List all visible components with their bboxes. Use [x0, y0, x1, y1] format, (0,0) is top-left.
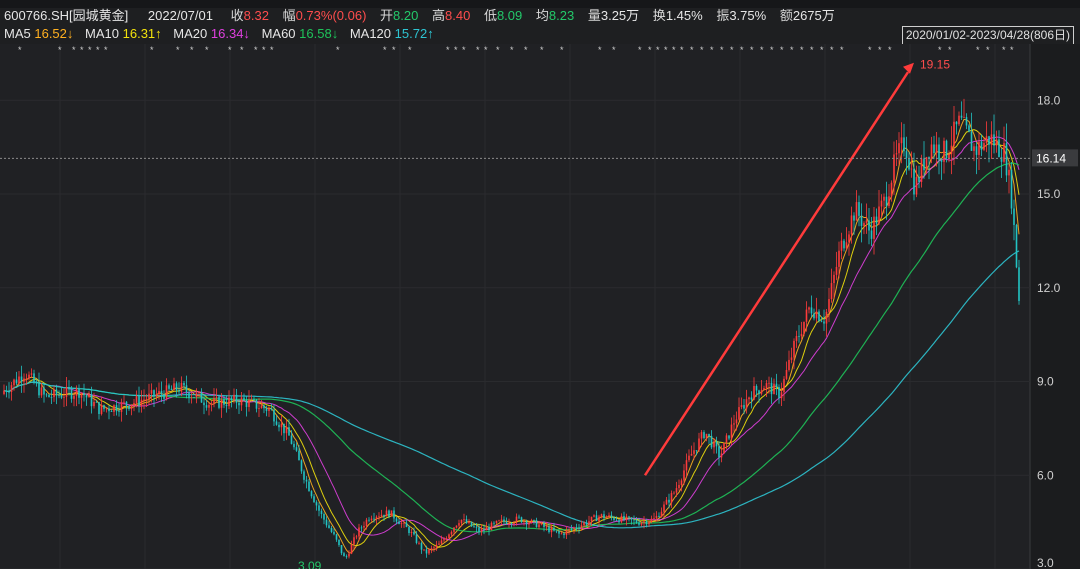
event-star-7: * — [150, 45, 154, 55]
event-star-48: * — [790, 45, 794, 55]
event-star-14: * — [262, 45, 266, 55]
candle — [390, 510, 393, 517]
event-star-9: * — [190, 45, 194, 55]
event-star-42: * — [730, 45, 734, 55]
candlestick-chart[interactable]: * * * * * * * * * * * * * * * * * * * * * * * * * * * * * * * * * * * * * * * *… — [0, 0, 1080, 569]
max-price-label: 19.15 — [920, 57, 950, 71]
event-star-16: * — [336, 45, 340, 55]
candle — [1010, 161, 1013, 215]
event-star-21: * — [454, 45, 458, 55]
event-star-44: * — [750, 45, 754, 55]
y-tick-3: 9.0 — [1037, 375, 1054, 389]
event-star-11: * — [228, 45, 232, 55]
event-star-56: * — [888, 45, 892, 55]
event-star-2: * — [72, 45, 76, 55]
event-star-33: * — [648, 45, 652, 55]
y-tick-0: 18.0 — [1037, 93, 1061, 107]
current-price-label: 16.14 — [1036, 151, 1066, 165]
event-star-40: * — [710, 45, 714, 55]
event-star-57: * — [938, 45, 942, 55]
event-star-27: * — [524, 45, 528, 55]
event-star-47: * — [780, 45, 784, 55]
event-star-25: * — [496, 45, 500, 55]
event-star-51: * — [820, 45, 824, 55]
event-star-19: * — [408, 45, 412, 55]
event-star-45: * — [760, 45, 764, 55]
event-star-8: * — [176, 45, 180, 55]
event-star-49: * — [800, 45, 804, 55]
candle — [723, 442, 725, 454]
event-star-13: * — [254, 45, 258, 55]
event-star-50: * — [810, 45, 814, 55]
event-star-53: * — [840, 45, 844, 55]
event-star-41: * — [720, 45, 724, 55]
event-star-15: * — [270, 45, 274, 55]
event-star-6: * — [104, 45, 108, 55]
event-star-54: * — [868, 45, 872, 55]
event-star-60: * — [986, 45, 990, 55]
min-price-label: 3.09 — [298, 559, 322, 569]
event-star-0: * — [18, 45, 22, 55]
candle — [470, 521, 473, 527]
event-star-43: * — [740, 45, 744, 55]
event-star-24: * — [484, 45, 488, 55]
event-star-31: * — [612, 45, 616, 55]
event-star-38: * — [690, 45, 694, 55]
event-star-4: * — [88, 45, 92, 55]
event-star-58: * — [948, 45, 952, 55]
event-star-52: * — [830, 45, 834, 55]
event-star-61: * — [1002, 45, 1006, 55]
y-tick-2: 12.0 — [1037, 281, 1061, 295]
event-star-36: * — [672, 45, 676, 55]
event-star-22: * — [462, 45, 466, 55]
event-star-10: * — [205, 45, 209, 55]
event-star-26: * — [510, 45, 514, 55]
event-star-23: * — [476, 45, 480, 55]
candle — [1015, 223, 1018, 269]
event-star-12: * — [240, 45, 244, 55]
y-tick-5: 3.0 — [1037, 556, 1054, 569]
event-star-17: * — [383, 45, 387, 55]
event-star-37: * — [680, 45, 684, 55]
event-star-5: * — [96, 45, 100, 55]
y-tick-1: 15.0 — [1037, 187, 1061, 201]
event-star-39: * — [700, 45, 704, 55]
event-star-20: * — [446, 45, 450, 55]
y-tick-4: 6.0 — [1037, 468, 1054, 482]
event-star-29: * — [560, 45, 564, 55]
event-star-35: * — [664, 45, 668, 55]
event-star-32: * — [638, 45, 642, 55]
event-star-30: * — [598, 45, 602, 55]
event-star-28: * — [540, 45, 544, 55]
event-star-46: * — [770, 45, 774, 55]
event-star-59: * — [976, 45, 980, 55]
event-star-34: * — [656, 45, 660, 55]
event-star-55: * — [878, 45, 882, 55]
event-star-62: * — [1010, 45, 1014, 55]
event-star-1: * — [58, 45, 62, 55]
event-star-3: * — [80, 45, 84, 55]
event-star-18: * — [392, 45, 396, 55]
